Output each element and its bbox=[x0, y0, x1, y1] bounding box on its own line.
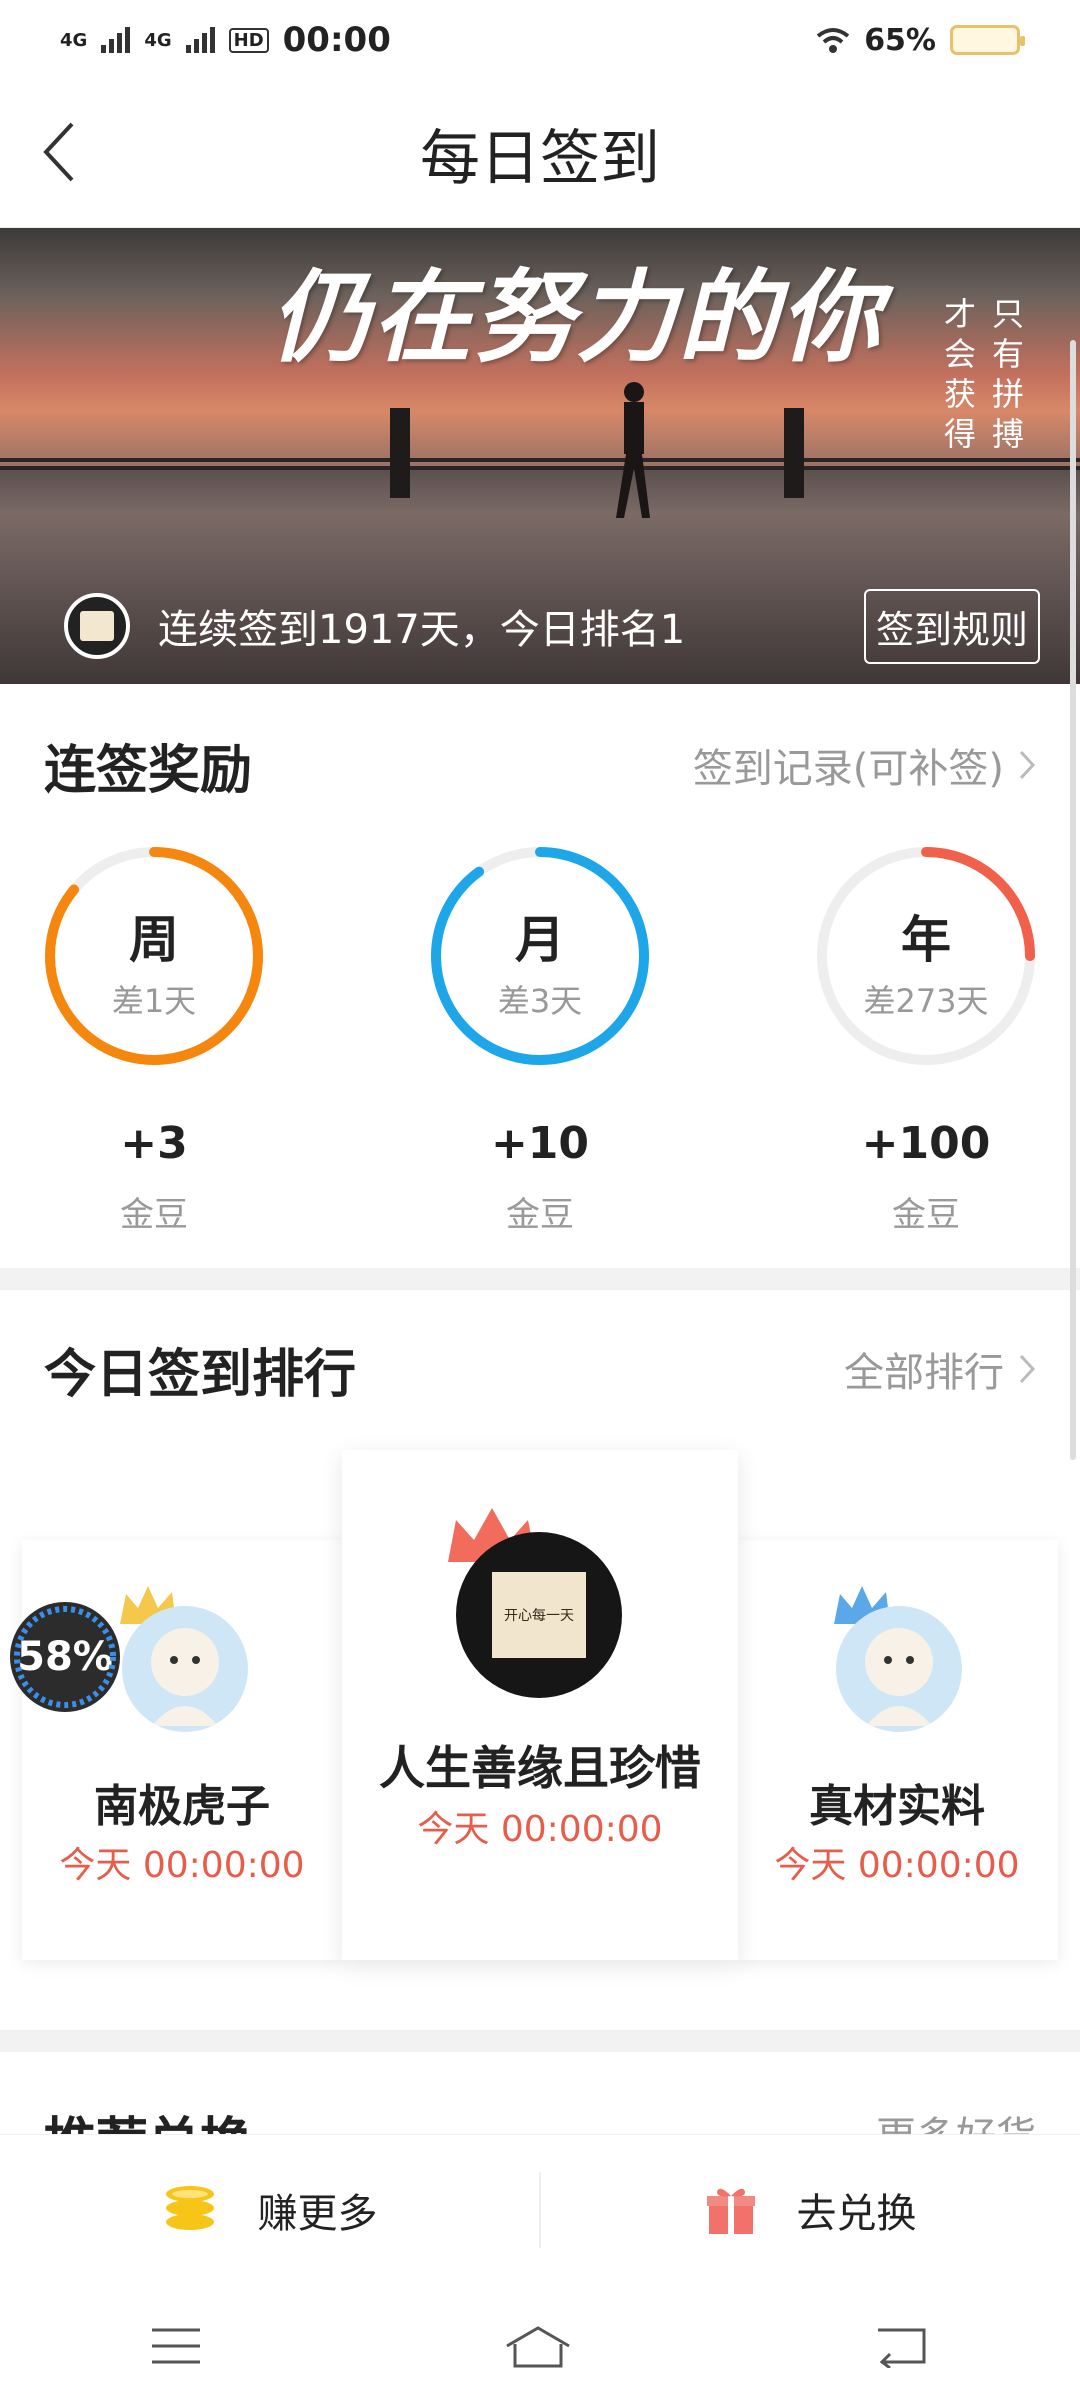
reward-year[interactable]: 年 差273天 +100 金豆 bbox=[806, 836, 1046, 1236]
reward-week[interactable]: 周 差1天 +3 金豆 bbox=[34, 836, 274, 1236]
chevron-right-icon bbox=[1019, 1354, 1036, 1384]
ranking-title: 今日签到排行 bbox=[44, 1344, 357, 1405]
banner-footer: 连续签到1917天，今日排名1 签到规则 bbox=[0, 568, 1080, 684]
rank-time: 今天 00:00:00 bbox=[59, 1845, 305, 1886]
all-ranking-label: 全部排行 bbox=[844, 1350, 1004, 1396]
system-nav bbox=[0, 2284, 1080, 2408]
status-bar: 4G 4G HD 00:00 65% bbox=[0, 0, 1080, 80]
banner: 仍在努力的你 才会获得 只有拼搏 连续签到1917天，今日排名1 签到规则 bbox=[0, 228, 1080, 684]
return-icon[interactable] bbox=[874, 2324, 930, 2368]
home-icon[interactable] bbox=[503, 2324, 573, 2368]
rewards-header: 连签奖励 签到记录(可补签) bbox=[0, 720, 1080, 810]
banner-person bbox=[616, 382, 650, 518]
progress-badge[interactable]: 58% bbox=[10, 1602, 120, 1712]
rank-card-third[interactable]: 真材实料 今天 00:00:00 bbox=[736, 1540, 1058, 1960]
signal-icon-2 bbox=[185, 27, 215, 53]
avatar: 开心每一天 bbox=[456, 1532, 622, 1698]
chevron-right-icon bbox=[1019, 750, 1036, 780]
signal-label-1: 4G bbox=[60, 29, 88, 51]
avatar-caption: 开心每一天 bbox=[492, 1572, 586, 1658]
exchange-label: 去兑换 bbox=[796, 2190, 917, 2237]
page-title: 每日签到 bbox=[420, 124, 660, 194]
checkin-record-link[interactable]: 签到记录(可补签) bbox=[693, 736, 1036, 794]
year-reward: +100 bbox=[861, 1118, 991, 1169]
wifi-icon bbox=[816, 28, 850, 53]
week-remaining: 差1天 bbox=[111, 982, 197, 1020]
year-label: 年 bbox=[901, 911, 951, 969]
reward-month[interactable]: 月 差3天 +10 金豆 bbox=[420, 836, 660, 1236]
ranking-header: 今日签到排行 全部排行 bbox=[0, 1324, 1080, 1414]
chevron-left-icon bbox=[43, 122, 74, 182]
avatar bbox=[122, 1606, 248, 1732]
section-divider bbox=[0, 2030, 1080, 2052]
rank-card-first[interactable]: 开心每一天 人生善缘且珍惜 今天 00:00:00 bbox=[342, 1450, 738, 1960]
all-ranking-link[interactable]: 全部排行 bbox=[844, 1340, 1036, 1398]
rank-time: 今天 00:00:00 bbox=[774, 1845, 1020, 1886]
bottom-action-bar: 赚更多 去兑换 bbox=[0, 2134, 1080, 2284]
section-divider bbox=[0, 1268, 1080, 1290]
streak-text: 连续签到1917天，今日排名1 bbox=[158, 607, 686, 653]
week-reward-unit: 金豆 bbox=[120, 1195, 188, 1235]
banner-post bbox=[784, 408, 804, 498]
clock: 00:00 bbox=[282, 20, 391, 60]
rewards-title: 连签奖励 bbox=[44, 740, 253, 801]
avatar bbox=[64, 593, 130, 659]
rules-button[interactable]: 签到规则 bbox=[863, 588, 1040, 664]
month-label: 月 bbox=[515, 911, 565, 969]
month-remaining: 差3天 bbox=[497, 982, 583, 1020]
gift-icon bbox=[706, 2188, 755, 2234]
earn-more-button[interactable]: 赚更多 bbox=[0, 2135, 539, 2284]
signal-icon bbox=[101, 27, 131, 53]
month-reward: +10 bbox=[490, 1118, 590, 1169]
banner-vertical-right: 只有拼搏 bbox=[991, 295, 1024, 453]
coins-icon bbox=[165, 2185, 214, 2230]
checkin-record-label: 签到记录(可补签) bbox=[692, 746, 1004, 792]
banner-vertical-left: 才会获得 bbox=[943, 295, 976, 453]
rank-name: 南极虎子 bbox=[94, 1781, 270, 1832]
banner-railing bbox=[0, 458, 1080, 470]
progress-ring bbox=[14, 1606, 116, 1708]
week-reward: +3 bbox=[120, 1118, 188, 1169]
banner-post bbox=[390, 408, 410, 498]
scrollbar[interactable] bbox=[1070, 340, 1076, 1460]
week-label: 周 bbox=[129, 911, 179, 969]
nav-bar: 每日签到 bbox=[0, 80, 1080, 228]
banner-headline: 仍在努力的你 bbox=[270, 258, 882, 376]
battery-icon bbox=[950, 25, 1025, 55]
rank-name: 人生善缘且珍惜 bbox=[379, 1741, 701, 1795]
signal-label-2: 4G bbox=[144, 29, 172, 51]
month-reward-unit: 金豆 bbox=[506, 1195, 574, 1235]
rank-name: 真材实料 bbox=[809, 1781, 985, 1832]
exchange-button[interactable]: 去兑换 bbox=[541, 2135, 1080, 2284]
rank-time: 今天 00:00:00 bbox=[417, 1809, 663, 1850]
year-remaining: 差273天 bbox=[863, 982, 989, 1020]
battery-percent: 65% bbox=[864, 22, 936, 58]
back-button[interactable] bbox=[24, 116, 96, 188]
hd-icon: HD bbox=[228, 27, 269, 53]
earn-more-label: 赚更多 bbox=[257, 2190, 378, 2237]
menu-icon[interactable] bbox=[150, 2326, 202, 2366]
avatar bbox=[836, 1606, 962, 1732]
reward-rings: 周 差1天 +3 金豆 月 差3天 +10 金豆 年 差273天 +100 金豆 bbox=[0, 836, 1080, 1256]
year-reward-unit: 金豆 bbox=[892, 1195, 960, 1235]
